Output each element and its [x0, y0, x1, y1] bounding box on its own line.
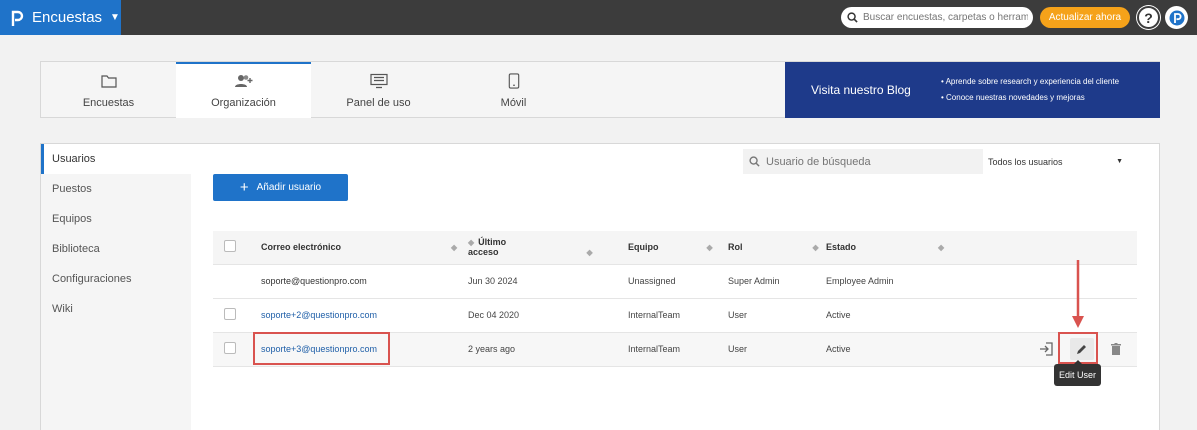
row-select-cell: [213, 264, 261, 299]
global-search-input[interactable]: [863, 12, 1028, 23]
tab-encuestas[interactable]: Encuestas: [41, 62, 176, 118]
last-access-cell: Dec 04 2020: [468, 298, 628, 333]
role-cell: Super Admin: [728, 264, 826, 299]
account-avatar[interactable]: [1165, 6, 1188, 29]
sidebar-item-puestos[interactable]: Puestos: [41, 174, 191, 204]
blog-bullet: Aprende sobre research y experiencia del…: [941, 74, 1119, 90]
column-header-last-access[interactable]: ◆ Último acceso ◆: [468, 231, 628, 265]
highlight-email-box: [253, 332, 390, 365]
column-label: Estado: [826, 242, 857, 253]
mobile-icon: [508, 73, 519, 89]
tab-label: Organización: [211, 97, 276, 109]
role-cell: User: [728, 332, 826, 367]
row-select-cell: [213, 298, 261, 333]
login-as-user-icon[interactable]: [1036, 339, 1056, 359]
sidebar-item-configuraciones[interactable]: Configuraciones: [41, 264, 191, 294]
tab-movil[interactable]: Móvil: [446, 62, 581, 118]
sidebar-item-usuarios[interactable]: Usuarios: [41, 144, 191, 174]
table-row[interactable]: soporte+2@questionpro.com Dec 04 2020 In…: [213, 298, 1137, 333]
help-button[interactable]: ?: [1137, 6, 1160, 29]
user-filter-value: Todos los usuarios: [988, 156, 1063, 167]
user-search-input[interactable]: [766, 155, 966, 168]
column-label: Correo electrónico: [261, 242, 342, 253]
column-header-role[interactable]: Rol ◆: [728, 231, 826, 265]
tab-panel-de-uso[interactable]: Panel de uso: [311, 62, 446, 118]
column-label: Rol: [728, 242, 743, 253]
last-access-cell: 2 years ago: [468, 332, 628, 367]
questionpro-logo-icon: [8, 8, 26, 28]
column-header-team[interactable]: Equipo ◆: [628, 231, 728, 265]
blog-bullets: Aprende sobre research y experiencia del…: [941, 74, 1119, 106]
email-link[interactable]: soporte+2@questionpro.com: [261, 310, 377, 320]
blog-title: Visita nuestro Blog: [811, 83, 911, 97]
search-icon: [847, 12, 858, 23]
row-checkbox[interactable]: [224, 308, 236, 320]
role-cell: User: [728, 298, 826, 333]
upgrade-button[interactable]: Actualizar ahora: [1040, 7, 1130, 28]
module-tabs: Encuestas Organización Panel de uso Móvi…: [40, 61, 1160, 118]
team-cell: Unassigned: [628, 264, 728, 299]
caret-down-icon: ▼: [1116, 158, 1123, 165]
add-user-label: Añadir usuario: [256, 182, 322, 193]
tab-label: Encuestas: [82, 97, 135, 109]
chevron-down-icon: ▼: [110, 12, 120, 23]
sidebar-item-equipos[interactable]: Equipos: [41, 204, 191, 234]
select-all-checkbox[interactable]: [224, 240, 236, 253]
table-row[interactable]: soporte@questionpro.com Jun 30 2024 Unas…: [213, 264, 1137, 299]
sort-icon[interactable]: ◆: [707, 243, 713, 252]
status-cell: Active: [826, 298, 1137, 333]
app-name: Encuestas: [32, 9, 103, 26]
sort-icon[interactable]: ◆: [587, 248, 593, 257]
column-label: Equipo: [628, 242, 659, 253]
tab-label: Móvil: [500, 97, 527, 109]
sort-icon[interactable]: ◆: [451, 243, 457, 252]
users-panel: Usuarios Puestos Equipos Biblioteca Conf…: [40, 143, 1160, 430]
add-user-button[interactable]: + Añadir usuario: [213, 174, 348, 201]
sidebar-item-wiki[interactable]: Wiki: [41, 294, 191, 324]
team-cell: InternalTeam: [628, 332, 728, 367]
row-checkbox[interactable]: [224, 342, 236, 354]
annotation-arrow-icon: [1072, 260, 1084, 328]
status-cell: Employee Admin: [826, 264, 1137, 299]
last-access-cell: Jun 30 2024: [468, 264, 628, 299]
sidebar-item-biblioteca[interactable]: Biblioteca: [41, 234, 191, 264]
tab-organizacion[interactable]: Organización: [176, 62, 311, 118]
edit-user-tooltip: Edit User: [1054, 360, 1101, 386]
users-add-icon: [234, 75, 252, 87]
top-bar: Encuestas ▼ Actualizar ahora ?: [0, 0, 1197, 35]
search-icon: [749, 156, 760, 167]
sort-icon: ◆: [468, 238, 475, 248]
user-search[interactable]: [743, 149, 983, 174]
sidebar: Usuarios Puestos Equipos Biblioteca Conf…: [41, 144, 191, 430]
trash-icon[interactable]: [1106, 339, 1126, 359]
team-cell: InternalTeam: [628, 298, 728, 333]
blog-bullet: Conoce nuestras novedades y mejoras: [941, 90, 1119, 106]
table-header: Correo electrónico ◆ ◆ Último acceso ◆ Equi…: [213, 231, 1137, 265]
email-cell: soporte@questionpro.com: [261, 264, 468, 299]
sort-icon[interactable]: ◆: [813, 243, 819, 252]
column-header-status[interactable]: Estado ◆: [826, 231, 1137, 265]
folder-icon: [100, 75, 117, 88]
user-filter-select[interactable]: Todos los usuarios ▼: [987, 149, 1133, 174]
monitor-icon: [369, 73, 388, 89]
global-search[interactable]: [841, 7, 1033, 28]
email-cell: soporte+2@questionpro.com: [261, 298, 468, 333]
app-switcher[interactable]: Encuestas ▼: [0, 0, 121, 35]
blog-banner[interactable]: Visita nuestro Blog Aprende sobre resear…: [785, 62, 1160, 118]
column-header-email[interactable]: Correo electrónico ◆: [261, 231, 468, 265]
tab-label: Panel de uso: [346, 97, 411, 109]
plus-icon: +: [239, 178, 249, 196]
select-all-cell: [213, 231, 261, 265]
sort-icon[interactable]: ◆: [938, 243, 944, 252]
